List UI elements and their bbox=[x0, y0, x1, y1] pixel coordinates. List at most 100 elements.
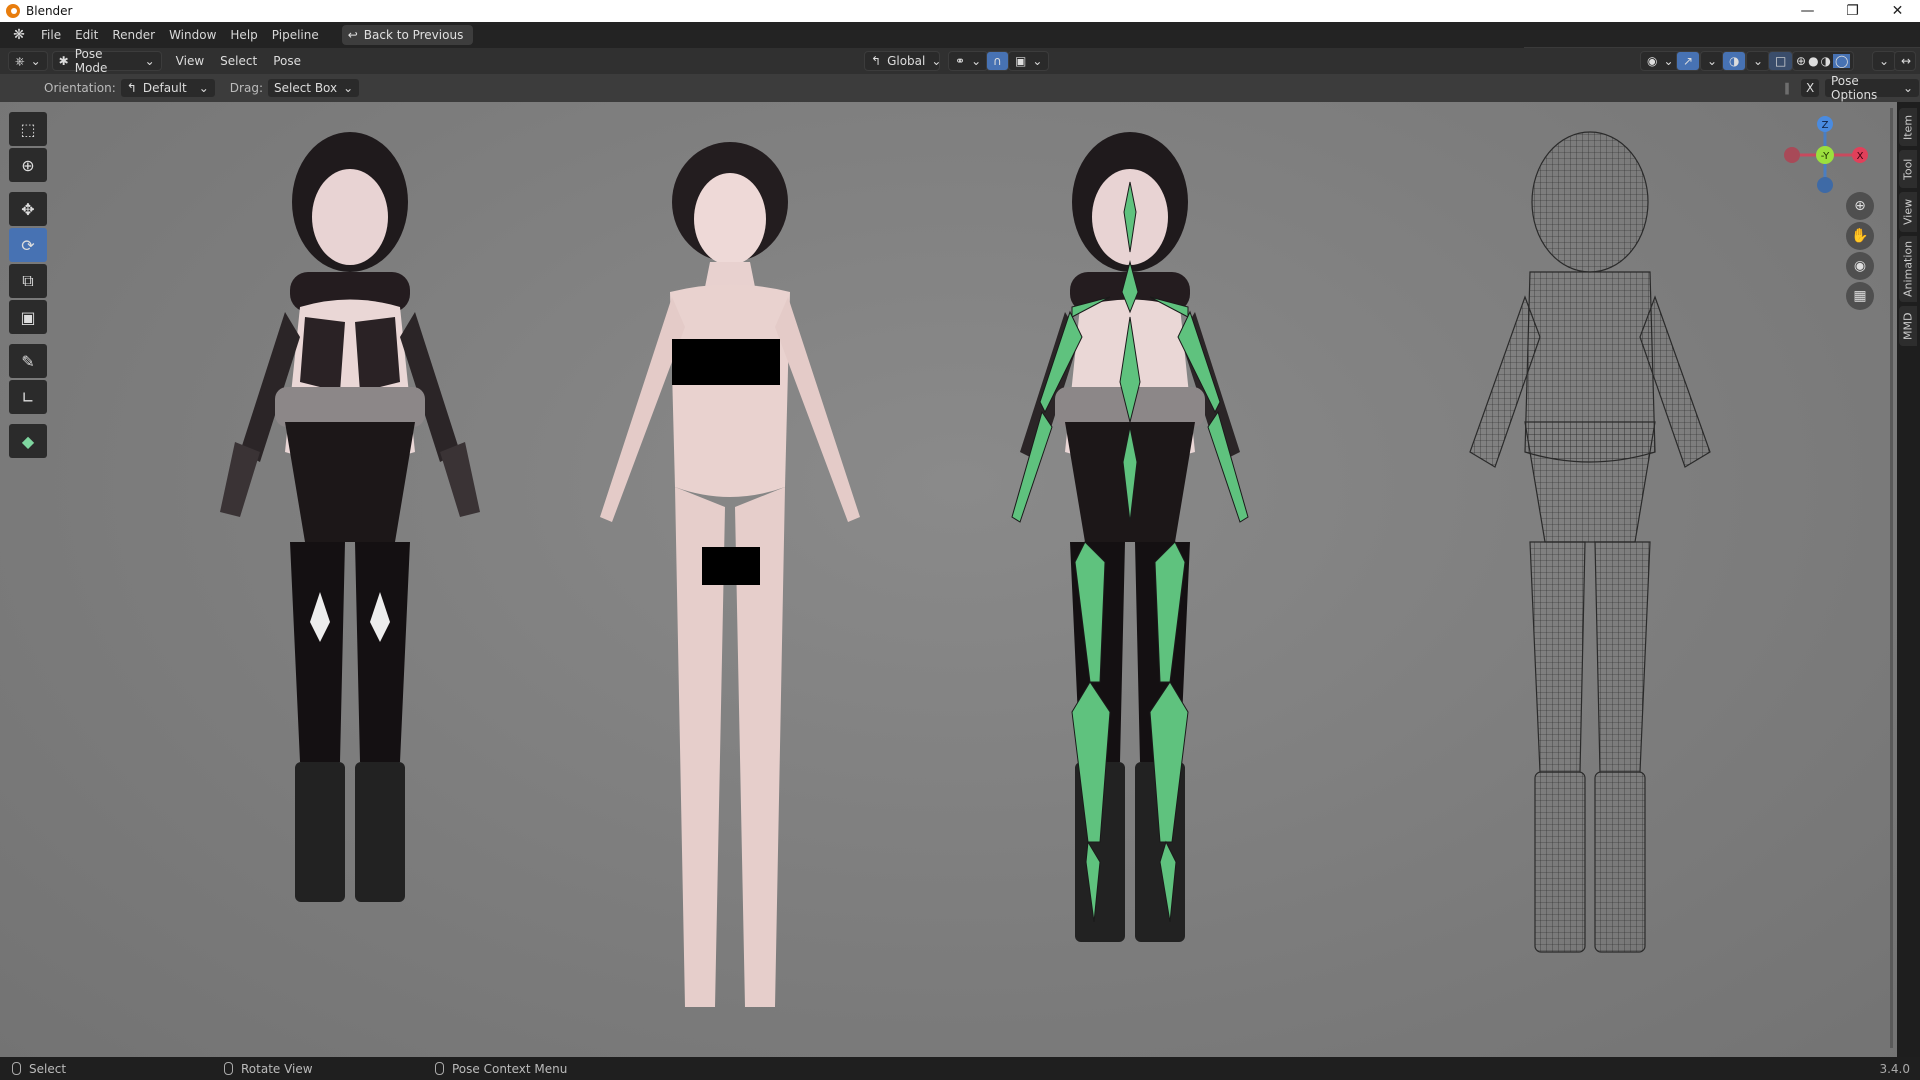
navigation-gizmo[interactable]: Z X -Y bbox=[1780, 110, 1870, 200]
pose-mode-icon: ✱ bbox=[58, 54, 69, 68]
version-label: 3.4.0 bbox=[1879, 1061, 1910, 1076]
zoom-view-button[interactable]: ⊕ bbox=[1846, 192, 1874, 220]
pose-breakdowner-tool[interactable]: ◆ bbox=[9, 424, 47, 458]
pan-view-button[interactable]: ✋ bbox=[1846, 222, 1874, 250]
menu-file[interactable]: File bbox=[34, 24, 68, 46]
overlay-toggle[interactable]: ◑ bbox=[1722, 51, 1747, 71]
sidebar-tabs: Item Tool View Animation MMD bbox=[1897, 102, 1920, 1057]
orientation-dropdown[interactable]: ↰ Default ⌄ bbox=[119, 78, 216, 98]
ortho-toggle-button[interactable]: ▦ bbox=[1846, 282, 1874, 310]
blender-menu-icon[interactable]: ❋ bbox=[10, 26, 28, 44]
mode-dropdown[interactable]: ✱ Pose Mode ⌄ bbox=[51, 47, 162, 75]
menu-pipeline[interactable]: Pipeline bbox=[265, 24, 326, 46]
visibility-dropdown[interactable]: ◉ ⌄ bbox=[1640, 51, 1681, 71]
measure-tool[interactable]: ∟ bbox=[9, 380, 47, 414]
armature-character-figure[interactable] bbox=[960, 122, 1300, 1042]
status-select: Select bbox=[12, 1062, 66, 1076]
cursor-tool[interactable]: ⊕ bbox=[9, 148, 47, 182]
scale-tool[interactable]: ⧉ bbox=[9, 264, 47, 298]
mouse-middle-icon bbox=[224, 1062, 233, 1075]
restore-button[interactable]: ❐ bbox=[1830, 0, 1875, 22]
textured-character-figure[interactable] bbox=[180, 122, 520, 1042]
menu-view[interactable]: View bbox=[168, 54, 212, 68]
3d-viewport-icon: ⎈ bbox=[15, 53, 25, 68]
minimize-button[interactable]: — bbox=[1785, 0, 1830, 22]
overlay-dropdown[interactable]: ⌄ bbox=[1746, 51, 1771, 71]
tool-settings-header: Orientation: ↰ Default ⌄ Drag: Select Bo… bbox=[0, 74, 1920, 102]
window-titlebar: Blender — ❐ ✕ bbox=[0, 0, 1920, 22]
chevron-down-icon: ⌄ bbox=[30, 54, 41, 68]
chevron-down-icon: ⌄ bbox=[144, 54, 155, 68]
orientation-value: Default bbox=[142, 81, 187, 95]
solid-shading-icon[interactable]: ● bbox=[1808, 54, 1818, 68]
grid-icon: ▦ bbox=[1853, 288, 1867, 304]
close-button[interactable]: ✕ bbox=[1875, 0, 1920, 22]
status-rotate-view: Rotate View bbox=[224, 1062, 313, 1076]
back-to-previous-button[interactable]: ↩ Back to Previous bbox=[341, 25, 474, 45]
gizmo-dropdown[interactable]: ⌄ bbox=[1700, 51, 1725, 71]
camera-view-button[interactable]: ◉ bbox=[1846, 252, 1874, 280]
shading-mode-group: ⊕ ● ◑ ◯ bbox=[1792, 51, 1855, 71]
armature-bones bbox=[1011, 181, 1249, 923]
menu-edit[interactable]: Edit bbox=[68, 24, 105, 46]
gizmo-z-label: Z bbox=[1822, 120, 1829, 131]
mode-label: Pose Mode bbox=[74, 47, 108, 75]
mouse-left-icon bbox=[12, 1062, 21, 1075]
base-body-figure[interactable] bbox=[560, 127, 900, 1047]
wireframe-character-figure[interactable] bbox=[1420, 122, 1760, 1062]
shading-dropdown[interactable]: ⌄ bbox=[1872, 51, 1897, 71]
sidebar-tab-item[interactable]: Item bbox=[1899, 108, 1917, 146]
sidebar-tab-mmd[interactable]: MMD bbox=[1899, 306, 1917, 346]
transform-tool[interactable]: ▣ bbox=[9, 300, 47, 334]
chevron-down-icon: ⌄ bbox=[1663, 54, 1674, 68]
orientation-axes-icon: ↰ bbox=[871, 54, 882, 68]
3d-viewport[interactable] bbox=[0, 102, 1920, 1057]
snap-toggle[interactable]: ∩ bbox=[986, 51, 1009, 71]
viewport-header: ⎈ ⌄ ✱ Pose Mode ⌄ View Select Pose ↰ Glob… bbox=[0, 47, 1920, 75]
drag-dropdown[interactable]: Select Box ⌄ bbox=[266, 78, 361, 98]
pose-options-dropdown[interactable]: Pose Options ⌄ bbox=[1824, 74, 1920, 102]
gizmo-icon: ↗ bbox=[1683, 54, 1694, 68]
viewport-scrollbar[interactable] bbox=[1890, 108, 1893, 1048]
annotate-tool[interactable]: ✎ bbox=[9, 344, 47, 378]
gizmo-toggle[interactable]: ↗ bbox=[1676, 51, 1701, 71]
menu-window[interactable]: Window bbox=[162, 24, 223, 46]
hand-icon: ✋ bbox=[1851, 228, 1869, 244]
pencil-icon: ✎ bbox=[21, 351, 35, 371]
rotate-tool[interactable]: ⟳ bbox=[9, 228, 47, 262]
sidebar-tab-tool[interactable]: Tool bbox=[1899, 150, 1917, 188]
select-box-tool[interactable]: ⬚ bbox=[9, 112, 47, 146]
x-mirror-button[interactable]: X bbox=[1800, 78, 1821, 98]
rendered-shading-icon[interactable]: ◯ bbox=[1833, 54, 1851, 68]
wireframe-shading-icon[interactable]: ⊕ bbox=[1796, 54, 1806, 68]
menu-pose[interactable]: Pose bbox=[265, 54, 309, 68]
menu-help[interactable]: Help bbox=[223, 24, 264, 46]
toggle-sidebar-button[interactable]: ↔ bbox=[1894, 51, 1916, 71]
status-select-label: Select bbox=[29, 1061, 67, 1076]
select-box-icon: ⬚ bbox=[20, 119, 36, 139]
magnifier-plus-icon: ⊕ bbox=[1854, 198, 1866, 214]
chevron-down-icon: ⌄ bbox=[1879, 54, 1890, 68]
snap-target-dropdown[interactable]: ▣ ⌄ bbox=[1008, 51, 1050, 71]
chevron-down-icon: ⌄ bbox=[1032, 54, 1043, 68]
camera-icon: ◉ bbox=[1853, 258, 1867, 274]
sidebar-tab-animation[interactable]: Animation bbox=[1899, 236, 1917, 302]
transform-orientation-label: Global bbox=[887, 54, 926, 68]
breakdowner-icon: ◆ bbox=[21, 431, 35, 451]
sidebar-tab-view[interactable]: View bbox=[1899, 192, 1917, 232]
mirror-icon[interactable]: ∥ bbox=[1784, 81, 1790, 95]
editor-type-dropdown[interactable]: ⎈ ⌄ bbox=[8, 51, 48, 71]
chevron-down-icon: ⌄ bbox=[1753, 54, 1764, 68]
chevron-down-icon: ⌄ bbox=[1902, 81, 1913, 95]
censor-bar-top bbox=[672, 339, 780, 385]
move-tool[interactable]: ✥ bbox=[9, 192, 47, 226]
transform-orientation-dropdown[interactable]: ↰ Global ⌄ bbox=[864, 51, 941, 71]
menu-render[interactable]: Render bbox=[105, 24, 162, 46]
material-preview-icon[interactable]: ◑ bbox=[1821, 54, 1831, 68]
menu-select[interactable]: Select bbox=[212, 54, 265, 68]
move-icon: ✥ bbox=[21, 199, 35, 219]
pivot-icon: ⚭ bbox=[955, 54, 966, 68]
pivot-point-dropdown[interactable]: ⚭ ⌄ bbox=[948, 51, 989, 71]
gizmo-x-label: X bbox=[1857, 151, 1864, 162]
xray-toggle[interactable]: □ bbox=[1768, 51, 1794, 71]
